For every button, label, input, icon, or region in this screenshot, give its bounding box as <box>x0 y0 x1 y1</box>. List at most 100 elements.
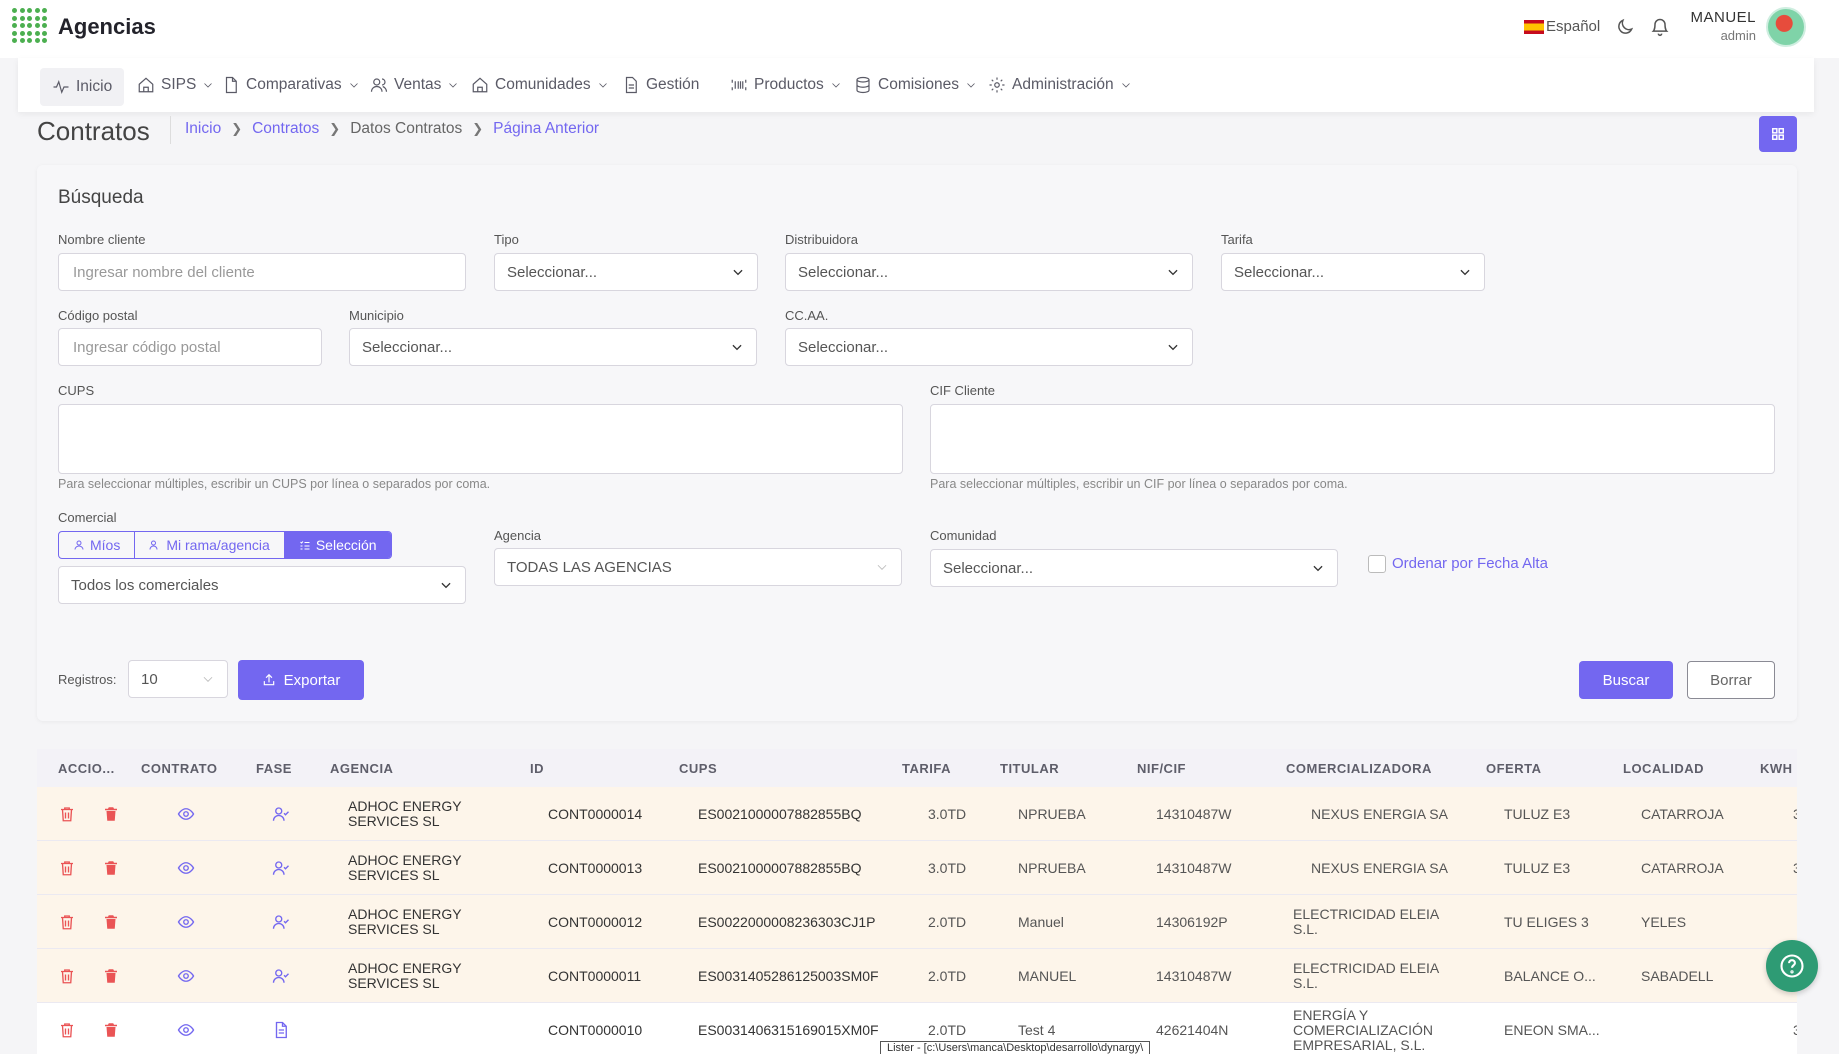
file-icon[interactable] <box>272 1021 290 1039</box>
breadcrumb-contratos[interactable]: Contratos <box>252 120 319 138</box>
cif-textarea[interactable] <box>930 404 1775 474</box>
ordenar-fecha-label[interactable]: Ordenar por Fecha Alta <box>1392 555 1548 572</box>
table-row[interactable]: ADHOC ENERGY SERVICES SL CONT0000012 ES0022… <box>37 895 1797 949</box>
th-oferta[interactable]: OFERTA <box>1486 761 1541 776</box>
nav-item-inicio[interactable]: Inicio <box>40 68 125 106</box>
comercial-select[interactable]: Todos los comerciales <box>58 566 466 604</box>
cell-titular: Test 4 <box>1018 1022 1056 1038</box>
municipio-select[interactable]: Seleccionar... <box>349 328 757 366</box>
ordenar-fecha-checkbox[interactable] <box>1368 555 1386 573</box>
breadcrumb-inicio[interactable]: Inicio <box>185 120 221 138</box>
language-selector[interactable]: Español <box>1524 18 1600 35</box>
nav-item-administracion[interactable]: Administración <box>988 58 1132 112</box>
user-check-icon[interactable] <box>272 805 290 823</box>
municipio-value: Seleccionar... <box>362 338 453 356</box>
comercial-seleccion-button[interactable]: Selección <box>284 532 391 558</box>
cell-tarifa: 3.0TD <box>928 860 967 876</box>
nav-label: Comunidades <box>495 76 591 93</box>
distribuidora-label: Distribuidora <box>785 232 858 247</box>
delete-icon[interactable] <box>58 913 76 931</box>
cups-textarea[interactable] <box>58 404 903 474</box>
chevron-down-icon <box>967 83 975 88</box>
user-check-icon[interactable] <box>272 913 290 931</box>
tarifa-select[interactable]: Seleccionar... <box>1221 253 1485 291</box>
nav-item-gestion[interactable]: Gestión <box>622 58 699 112</box>
th-cups[interactable]: CUPS <box>679 761 717 776</box>
cell-comercializadora-line: S.L. <box>1293 921 1318 937</box>
th-fase[interactable]: FASE <box>256 761 292 776</box>
th-comercializadora[interactable]: COMERCIALIZADORA <box>1286 761 1432 776</box>
trash-filled-icon[interactable] <box>102 967 120 985</box>
eye-icon[interactable] <box>177 913 195 931</box>
th-titular[interactable]: TITULAR <box>1000 761 1059 776</box>
ccaa-label: CC.AA. <box>785 308 829 323</box>
eye-icon[interactable] <box>177 1021 195 1039</box>
cell-tarifa: 2.0TD <box>928 914 967 930</box>
trash-filled-icon[interactable] <box>102 805 120 823</box>
cell-id: CONT0000010 <box>548 1022 643 1038</box>
trash-filled-icon[interactable] <box>102 913 120 931</box>
user-name[interactable]: MANUEL <box>1690 9 1756 26</box>
bell-icon[interactable] <box>1650 16 1670 38</box>
th-localidad[interactable]: LOCALIDAD <box>1623 761 1704 776</box>
eye-icon[interactable] <box>177 859 195 877</box>
comercial-rama-button[interactable]: Mi rama/agencia <box>135 532 285 558</box>
registros-select[interactable]: 10 <box>128 660 228 698</box>
home-icon <box>138 77 154 93</box>
help-button[interactable] <box>1766 940 1818 992</box>
distribuidora-select[interactable]: Seleccionar... <box>785 253 1193 291</box>
users-icon <box>149 540 158 550</box>
delete-icon[interactable] <box>58 1021 76 1039</box>
ccaa-select[interactable]: Seleccionar... <box>785 328 1193 366</box>
cell-tarifa: 2.0TD <box>928 1022 967 1038</box>
th-tarifa[interactable]: TARIFA <box>902 761 951 776</box>
nombre-cliente-input[interactable]: Ingresar nombre del cliente <box>58 253 466 291</box>
nav-item-ventas[interactable]: Ventas <box>370 58 459 112</box>
avatar[interactable] <box>1766 7 1806 47</box>
export-button[interactable]: Exportar <box>238 660 364 700</box>
cell-id: CONT0000011 <box>548 968 642 984</box>
borrar-button[interactable]: Borrar <box>1687 661 1775 699</box>
nav-item-sips[interactable]: SIPS <box>137 58 214 112</box>
grid-menu-button[interactable] <box>1759 116 1797 152</box>
buscar-button[interactable]: Buscar <box>1579 661 1673 699</box>
tipo-select[interactable]: Seleccionar... <box>494 253 758 291</box>
th-nif[interactable]: NIF/CIF <box>1137 761 1186 776</box>
chevron-down-icon <box>1168 344 1178 351</box>
cell-titular: MANUEL <box>1018 968 1077 984</box>
nav-item-productos[interactable]: Productos <box>730 58 842 112</box>
page-title: Contratos <box>37 116 150 146</box>
user-check-icon[interactable] <box>272 967 290 985</box>
cell-agencia-line: SERVICES SL <box>348 867 440 883</box>
trash-filled-icon[interactable] <box>102 859 120 877</box>
th-contrato[interactable]: CONTRATO <box>141 761 217 776</box>
eye-icon[interactable] <box>177 805 195 823</box>
delete-icon[interactable] <box>58 805 76 823</box>
app-logo-icon[interactable] <box>12 8 48 44</box>
nav-item-comisiones[interactable]: Comisiones <box>854 58 977 112</box>
database-icon <box>856 76 870 94</box>
language-label: Español <box>1546 18 1601 35</box>
th-acciones[interactable]: ACCIO... <box>58 761 115 776</box>
trash-filled-icon[interactable] <box>102 1021 120 1039</box>
table-row[interactable]: ADHOC ENERGY SERVICES SL CONT0000011 ES0031… <box>37 949 1797 1003</box>
cell-tarifa: 3.0TD <box>928 806 967 822</box>
table-row[interactable]: ADHOC ENERGY SERVICES SL CONT0000013 ES0021… <box>37 841 1797 895</box>
nav-item-comunidades[interactable]: Comunidades <box>471 58 609 112</box>
user-check-icon[interactable] <box>272 859 290 877</box>
moon-icon[interactable] <box>1615 17 1635 37</box>
breadcrumb-pagina-anterior[interactable]: Página Anterior <box>493 120 599 138</box>
delete-icon[interactable] <box>58 859 76 877</box>
nav-item-comparativas[interactable]: Comparativas <box>222 58 360 112</box>
th-id[interactable]: ID <box>530 761 544 776</box>
delete-icon[interactable] <box>58 967 76 985</box>
codigo-postal-input[interactable]: Ingresar código postal <box>58 328 322 366</box>
comunidad-select[interactable]: Seleccionar... <box>930 549 1338 587</box>
registros-value: 10 <box>141 670 158 688</box>
table-row[interactable]: ADHOC ENERGY SERVICES SL CONT0000014 ES0021… <box>37 787 1797 841</box>
agencia-select[interactable]: TODAS LAS AGENCIAS <box>494 548 902 586</box>
eye-icon[interactable] <box>177 967 195 985</box>
th-kwh[interactable]: KWH <box>1760 761 1793 776</box>
th-agencia[interactable]: AGENCIA <box>330 761 393 776</box>
comercial-mios-button[interactable]: Míos <box>59 532 136 558</box>
